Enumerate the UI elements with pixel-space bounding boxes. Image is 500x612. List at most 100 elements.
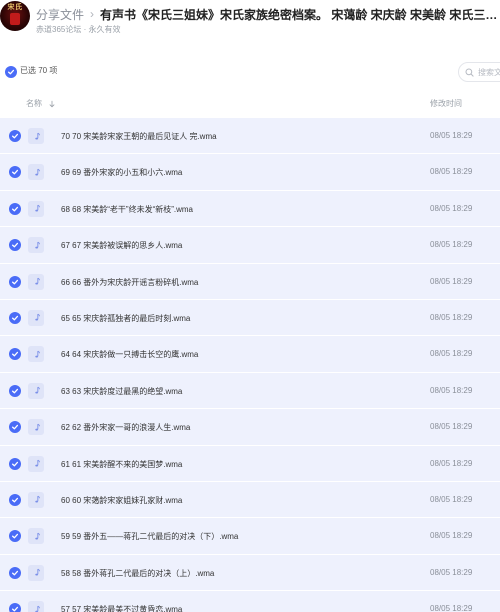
file-row[interactable]: 62 62 番外宋家一哥的浪漫人生.wma 08/05 18:29 [0,409,500,446]
file-modified-time: 08/05 18:29 [430,240,473,250]
music-note-icon [34,168,40,176]
file-name[interactable]: 63 63 宋庆龄度过最黑的绝望.wma [61,386,182,397]
file-row[interactable]: 59 59 番外五——蒋孔二代最后的对决（下）.wma 08/05 18:29 [0,518,500,555]
audio-file-icon [28,528,44,545]
row-checkbox[interactable] [9,130,21,142]
share-avatar: 宋氏 [0,1,30,31]
select-all-checkbox[interactable] [5,66,17,78]
row-checkbox[interactable] [9,493,21,506]
file-row[interactable]: 69 69 番外宋家的小五和小六.wma 08/05 18:29 [0,154,500,191]
file-row[interactable]: 60 60 宋蔼龄宋家姐妹孔家财.wma 08/05 18:29 [0,481,500,519]
file-row[interactable]: 70 70 宋美龄宋家王朝的最后见证人 完.wma 08/05 18:29 [0,118,500,155]
music-note-icon [34,423,40,431]
row-checkbox[interactable] [9,239,21,252]
audio-file-icon [28,455,44,472]
file-modified-time: 08/05 18:29 [430,349,473,359]
music-note-icon [34,532,40,540]
sort-arrow-down-icon [49,100,55,107]
file-modified-time: 08/05 18:29 [430,422,473,432]
audio-file-icon [28,491,44,508]
search-input[interactable]: 搜索文件 [458,62,500,82]
audio-file-icon [28,237,44,254]
row-checkbox[interactable] [9,384,21,397]
file-row[interactable]: 61 61 宋美龄醒不来的美国梦.wma 08/05 18:29 [0,445,500,482]
music-note-icon [34,605,40,612]
row-checkbox[interactable] [9,311,21,324]
file-modified-time: 08/05 18:29 [430,167,473,177]
breadcrumb-root-link[interactable]: 分享文件 [36,6,84,23]
row-checkbox[interactable] [9,421,21,434]
audio-file-icon [28,601,44,612]
selection-bar: 已选 70 项 搜索文件 [0,62,500,82]
file-name[interactable]: 68 68 宋美龄“老干”终未发“新枝”.wma [61,204,193,215]
file-modified-time: 08/05 18:29 [430,276,473,286]
music-note-icon [34,241,40,249]
file-name[interactable]: 70 70 宋美龄宋家王朝的最后见证人 完.wma [61,131,217,142]
file-name[interactable]: 65 65 宋庆龄孤独者的最后时刻.wma [61,313,190,324]
file-name[interactable]: 64 64 宋庆龄做一只搏击长空的鹰.wma [61,349,198,360]
file-name[interactable]: 57 57 宋美龄最美不过黄昏恋.wma [61,604,182,612]
file-row[interactable]: 58 58 番外蒋孔二代最后的对决（上）.wma 08/05 18:29 [0,554,500,592]
checkmark-icon [11,170,19,175]
file-row[interactable]: 66 66 番外为宋庆龄开谣言粉碎机.wma 08/05 18:29 [0,263,500,300]
file-modified-time: 08/05 18:29 [430,494,473,504]
row-checkbox[interactable] [9,566,21,579]
audio-file-icon [28,273,44,290]
file-modified-time: 08/05 18:29 [430,458,473,468]
audio-file-icon [28,200,44,217]
file-row[interactable]: 67 67 宋美龄被误解的思乡人.wma 08/05 18:29 [0,227,500,264]
file-name[interactable]: 62 62 番外宋家一哥的浪漫人生.wma [61,422,190,433]
file-modified-time: 08/05 18:29 [430,385,473,395]
breadcrumb-separator-icon: › [90,7,95,21]
checkmark-icon [11,497,19,503]
file-row[interactable]: 68 68 宋美龄“老干”终未发“新枝”.wma 08/05 18:29 [0,190,500,228]
music-note-icon [34,496,40,503]
file-name[interactable]: 61 61 宋美龄醒不来的美国梦.wma [61,459,182,470]
music-note-icon [34,277,40,285]
audio-file-icon [28,346,44,363]
music-note-icon [34,459,40,467]
checkmark-icon [11,388,19,394]
file-row[interactable]: 57 57 宋美龄最美不过黄昏恋.wma 08/05 18:29 [0,591,500,612]
column-header-name[interactable]: 名称 [26,98,56,109]
share-title: 有声书《宋氏三姐妹》宋氏家族绝密档案。 宋蔼龄 宋庆龄 宋美龄 宋氏三姐妹的..… [100,7,500,22]
file-modified-time: 08/05 18:29 [430,531,473,541]
row-checkbox[interactable] [9,530,21,543]
selected-count-label: 已选 70 项 [20,66,58,75]
audio-file-icon [28,309,44,326]
row-checkbox[interactable] [9,457,21,470]
checkmark-icon [11,534,19,539]
avatar-logo-text: 宋氏 [7,2,23,11]
file-name[interactable]: 58 58 番外蒋孔二代最后的对决（上）.wma [61,568,214,579]
audio-file-icon [28,564,44,581]
checkmark-icon [11,206,19,212]
row-checkbox[interactable] [9,166,21,179]
row-checkbox[interactable] [9,275,21,288]
file-modified-time: 08/05 18:29 [430,604,473,612]
file-modified-time: 08/05 18:29 [430,312,473,322]
audio-file-icon [28,164,44,181]
file-row[interactable]: 65 65 宋庆龄孤独者的最后时刻.wma 08/05 18:29 [0,299,500,337]
column-header-time[interactable]: 修改时间 [430,98,462,109]
checkmark-icon [11,461,19,466]
music-note-icon [34,350,40,358]
file-row[interactable]: 64 64 宋庆龄做一只搏击长空的鹰.wma 08/05 18:29 [0,336,500,373]
checkmark-icon [11,242,19,248]
file-name[interactable]: 69 69 番外宋家的小五和小六.wma [61,167,182,178]
checkmark-icon [11,315,19,321]
checkmark-icon [11,606,19,612]
audio-file-icon [28,419,44,436]
music-note-icon [34,204,40,212]
search-placeholder: 搜索文件 [478,67,500,77]
audio-file-icon [28,128,44,144]
row-checkbox[interactable] [9,603,21,612]
row-checkbox[interactable] [9,202,21,215]
file-name[interactable]: 66 66 番外为宋庆龄开谣言粉碎机.wma [61,277,198,288]
row-checkbox[interactable] [9,348,21,361]
file-name[interactable]: 59 59 番外五——蒋孔二代最后的对决（下）.wma [61,531,238,542]
file-name[interactable]: 67 67 宋美龄被误解的思乡人.wma [61,240,182,251]
checkmark-icon [11,133,19,139]
table-header: 名称 修改时间 [0,94,500,112]
file-row[interactable]: 63 63 宋庆龄度过最黑的绝望.wma 08/05 18:29 [0,372,500,410]
file-name[interactable]: 60 60 宋蔼龄宋家姐妹孔家财.wma [61,495,182,506]
